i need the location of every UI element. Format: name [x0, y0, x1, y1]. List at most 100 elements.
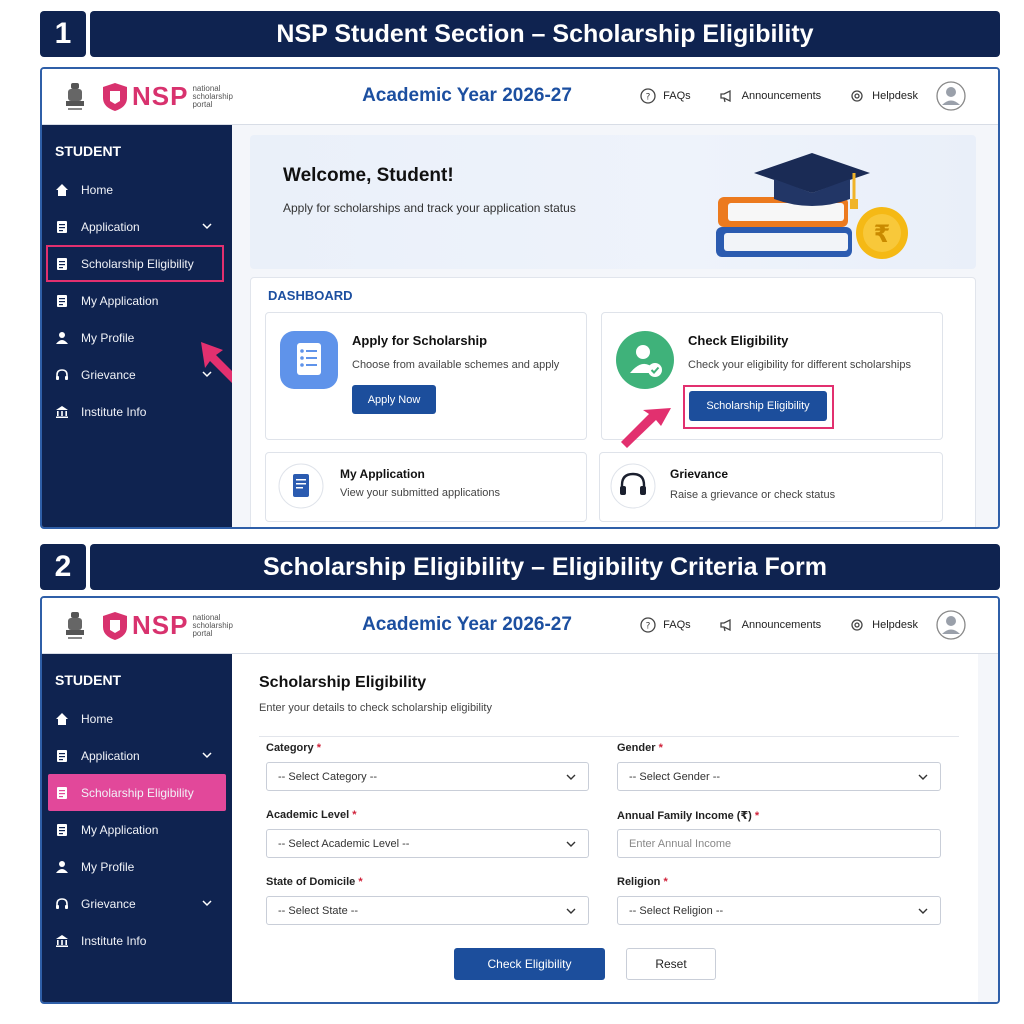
headset-icon — [56, 897, 68, 909]
sidebar-item-my-application[interactable]: My Application — [42, 282, 232, 319]
grievance-card: Grievance Raise a grievance or check sta… — [599, 452, 943, 522]
welcome-title: Welcome, Student! — [283, 165, 454, 186]
state-select[interactable]: -- Select State -- — [266, 896, 589, 925]
step-title: NSP Student Section – Scholarship Eligib… — [90, 11, 1000, 57]
sidebar-heading: STUDENT — [55, 143, 122, 159]
sidebar-item-label: Application — [81, 219, 140, 234]
apply-scholarship-card: Apply for Scholarship Choose from availa… — [265, 312, 587, 440]
avatar-icon[interactable] — [936, 81, 966, 111]
sidebar-item-label: Institute Info — [81, 404, 147, 419]
header-bar: NSP national scholarship portal Academic Y… — [42, 69, 998, 125]
chevron-down-icon — [566, 841, 576, 847]
chevron-down-icon — [202, 900, 212, 907]
svg-text:?: ? — [646, 622, 651, 632]
document-icon — [57, 220, 67, 233]
home-icon — [56, 183, 68, 196]
sidebar-item-scholarship-eligibility[interactable]: Scholarship Eligibility — [48, 774, 226, 811]
header-bar: NSP national scholarship portal Academic Y… — [42, 598, 998, 654]
megaphone-icon — [719, 89, 731, 103]
faqs-link[interactable]: ? FAQs — [640, 617, 691, 633]
svg-text:₹: ₹ — [874, 220, 891, 248]
dashboard-title: DASHBOARD — [268, 288, 353, 303]
sidebar-item-label: Scholarship Eligibility — [81, 785, 194, 800]
user-icon — [56, 860, 68, 873]
announcements-label: Announcements — [741, 619, 822, 631]
sidebar-item-home[interactable]: Home — [42, 171, 232, 208]
gender-label: Gender * — [617, 742, 663, 754]
sidebar-item-label: Institute Info — [81, 933, 147, 948]
check-eligibility-button[interactable]: Check Eligibility — [454, 948, 605, 980]
avatar-icon[interactable] — [936, 610, 966, 640]
sidebar-item-institute-info[interactable]: Institute Info — [42, 922, 232, 959]
helpdesk-label: Helpdesk — [872, 90, 918, 102]
sidebar-item-label: Grievance — [81, 896, 136, 911]
sidebar-item-scholarship-eligibility[interactable]: Scholarship Eligibility — [46, 245, 224, 282]
check-card-desc: Check your eligibility for different sch… — [688, 359, 911, 371]
sidebar: STUDENT Home Application Scholarship Eli… — [42, 125, 243, 527]
my-application-card: My Application View your submitted appli… — [265, 452, 587, 522]
headset-icon — [56, 368, 68, 380]
announcements-label: Announcements — [741, 90, 822, 102]
state-label: State of Domicile * — [266, 876, 363, 888]
helpdesk-link[interactable]: Helpdesk — [849, 88, 918, 104]
step-2-banner: 2 Scholarship Eligibility – Eligibility … — [40, 544, 1000, 590]
announcements-link[interactable]: Announcements — [719, 88, 822, 104]
category-label: Category * — [266, 742, 322, 754]
academic-level-label: Academic Level * — [266, 809, 357, 821]
nsp-logo-subtitle: national scholarship portal — [192, 612, 233, 638]
announcements-link[interactable]: Announcements — [719, 617, 822, 633]
sidebar-item-label: My Profile — [81, 859, 135, 874]
sidebar-item-my-application[interactable]: My Application — [42, 811, 232, 848]
help-circle-icon: ? — [640, 88, 656, 104]
sidebar-item-label: Grievance — [81, 367, 136, 382]
eligibility-form: Scholarship Eligibility Enter your detai… — [232, 654, 978, 1002]
annual-income-label: Annual Family Income (₹) * — [617, 810, 760, 822]
form-subtitle: Enter your details to check scholarship … — [259, 702, 492, 714]
pointer-arrow-icon — [621, 408, 671, 448]
megaphone-icon — [719, 618, 731, 632]
institution-icon — [56, 405, 68, 418]
academic-level-select[interactable]: -- Select Academic Level -- — [266, 829, 589, 858]
books-graduation-cap-icon: ₹ — [716, 153, 908, 259]
national-emblem-icon — [66, 83, 84, 110]
step-number: 2 — [40, 544, 86, 590]
step-1-banner: 1 NSP Student Section – Scholarship Elig… — [40, 11, 1000, 57]
sidebar-item-application[interactable]: Application — [42, 737, 232, 774]
document-icon — [57, 294, 67, 307]
help-circle-icon: ? — [640, 617, 656, 633]
nsp-shield-icon — [103, 611, 127, 640]
nsp-logo-text: NSP — [132, 81, 189, 111]
religion-select[interactable]: -- Select Religion -- — [617, 896, 941, 925]
sidebar-item-grievance[interactable]: Grievance — [42, 885, 232, 922]
faqs-label: FAQs — [663, 90, 691, 102]
reset-button[interactable]: Reset — [626, 948, 716, 980]
document-icon — [57, 749, 67, 762]
document-icon — [57, 257, 67, 270]
step-number: 1 — [40, 11, 86, 57]
nsp-logo[interactable]: NSP national scholarship portal — [102, 81, 233, 112]
apply-now-button[interactable]: Apply Now — [352, 385, 436, 414]
home-icon — [56, 712, 68, 725]
gender-select[interactable]: -- Select Gender -- — [617, 762, 941, 791]
sidebar-item-home[interactable]: Home — [42, 700, 232, 737]
user-icon — [56, 331, 68, 344]
grievance-card-title: Grievance — [670, 467, 729, 481]
sidebar-item-label: My Profile — [81, 330, 135, 345]
category-select[interactable]: -- Select Category -- — [266, 762, 589, 791]
welcome-banner: Welcome, Student! Apply for scholarships… — [250, 135, 976, 269]
nsp-logo-subtitle: national scholarship portal — [192, 83, 233, 109]
my-application-card-desc: View your submitted applications — [340, 487, 500, 499]
helpdesk-link[interactable]: Helpdesk — [849, 617, 918, 633]
faqs-link[interactable]: ? FAQs — [640, 88, 691, 104]
sidebar-item-my-profile[interactable]: My Profile — [42, 848, 232, 885]
sidebar-heading: STUDENT — [55, 672, 122, 688]
nsp-logo[interactable]: NSP national scholarship portal — [102, 610, 233, 641]
sidebar-item-institute-info[interactable]: Institute Info — [42, 393, 232, 430]
chevron-down-icon — [202, 223, 212, 230]
sidebar-item-application[interactable]: Application — [42, 208, 232, 245]
annual-income-input[interactable]: Enter Annual Income — [617, 829, 941, 858]
step-title: Scholarship Eligibility – Eligibility Cr… — [90, 544, 1000, 590]
svg-text:?: ? — [646, 93, 651, 103]
sidebar-item-label: Scholarship Eligibility — [81, 256, 194, 271]
scholarship-eligibility-button[interactable]: Scholarship Eligibility — [689, 391, 827, 421]
